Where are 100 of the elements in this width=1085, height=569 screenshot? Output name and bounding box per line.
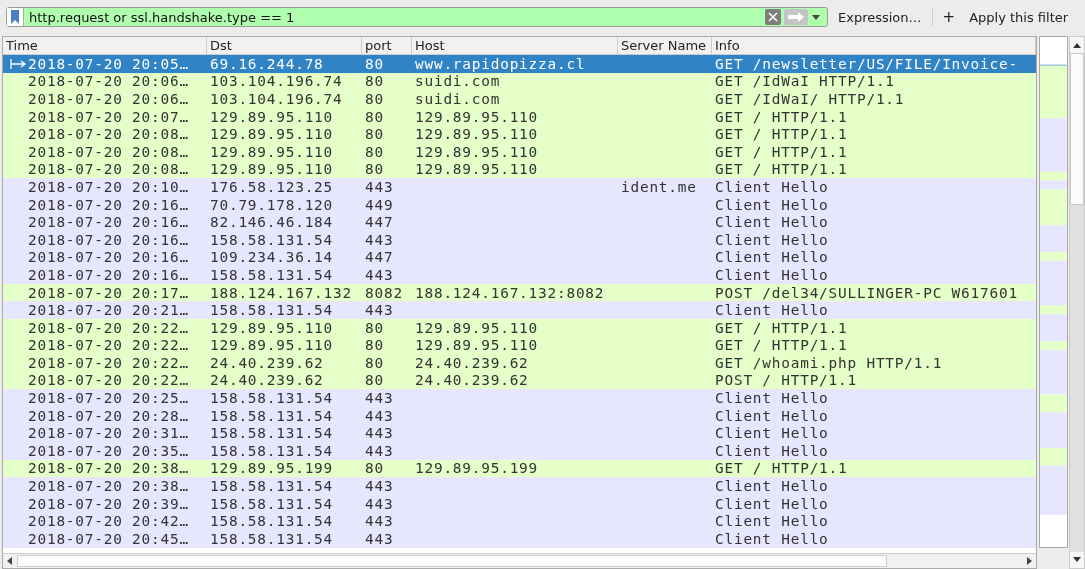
table-cell: 129.89.95.110: [210, 126, 334, 143]
table-cell: 129.89.95.110: [210, 108, 334, 125]
table-cell: 447: [365, 214, 394, 231]
table-cell: 158.58.131.54: [210, 495, 334, 512]
table-cell: 158.58.131.54: [210, 302, 334, 319]
vertical-scrollbar[interactable]: [1068, 36, 1085, 569]
table-cell: 103.104.196.74: [210, 91, 343, 107]
table-cell: GET / HTTP/1.1: [715, 126, 848, 143]
table-cell: 2018-07-20 20:42…: [28, 513, 189, 530]
table-cell: 443: [365, 407, 394, 424]
table-cell: 443: [365, 390, 394, 407]
packet-row[interactable]: 2018-07-20 20:10… 176.58.123.25 443 ident.me Client Hello: [3, 178, 1036, 196]
table-cell: 443: [365, 513, 394, 530]
table-cell: 2018-07-20 20:16…: [28, 196, 189, 213]
table-cell: GET /IdWaI/ HTTP/1.1: [715, 91, 905, 107]
table-cell: 2018-07-20 20:16…: [28, 266, 189, 283]
table-cell: 443: [365, 442, 394, 459]
table-cell: 8082: [365, 284, 403, 301]
table-cell: 158.58.131.54: [210, 442, 334, 459]
table-cell: 449: [365, 196, 394, 213]
table-cell: 2018-07-20 20:38…: [28, 460, 189, 477]
table-cell: GET /IdWaI HTTP/1.1: [715, 73, 895, 90]
table-cell: Client Hello: [715, 442, 829, 459]
table-cell: suidi.com: [415, 73, 501, 90]
packet-row[interactable]: 2018-07-20 20:25… 158.58.131.54 443 Client Hello: [3, 389, 1036, 407]
table-cell: 129.89.95.110: [415, 319, 539, 336]
column-header[interactable]: Host: [412, 37, 618, 54]
scroll-up-icon[interactable]: [1071, 41, 1082, 49]
table-cell: Client Hello: [715, 513, 829, 530]
table-cell: GET / HTTP/1.1: [715, 337, 848, 354]
table-cell: GET / HTTP/1.1: [715, 460, 848, 477]
packet-row[interactable]: 2018-07-20 20:45… 158.58.131.54 443 Client Hello: [3, 530, 1036, 548]
table-cell: 80: [365, 143, 384, 160]
packet-row[interactable]: 2018-07-20 20:35… 158.58.131.54 443 Client Hello: [3, 442, 1036, 460]
table-cell: 158.58.131.54: [210, 407, 334, 424]
horizontal-scrollbar[interactable]: [3, 553, 1036, 568]
table-cell: 158.58.131.54: [210, 478, 334, 495]
packet-row[interactable]: 2018-07-20 20:38… 158.58.131.54 443 Client Hello: [3, 477, 1036, 495]
column-header[interactable]: Server Name: [618, 37, 712, 54]
table-cell: GET /newsletter/US/FILE/Invoice-: [715, 55, 1018, 72]
table-cell: 443: [365, 425, 394, 442]
table-cell: 70.79.178.120: [210, 196, 334, 213]
table-cell: Client Hello: [715, 478, 829, 495]
packet-row[interactable]: 2018-07-20 20:16… 158.58.131.54 443 Client Hello: [3, 266, 1036, 284]
table-cell: 80: [365, 55, 384, 72]
table-cell: ident.me: [621, 178, 697, 195]
dropdown-caret-icon[interactable]: [811, 13, 821, 21]
table-cell: 129.89.95.110: [415, 143, 539, 160]
table-cell: 129.89.95.110: [210, 143, 334, 160]
table-cell: 24.40.239.62: [415, 354, 529, 371]
table-cell: 443: [365, 530, 394, 547]
table-cell: 2018-07-20 20:38…: [28, 478, 189, 495]
table-cell: Client Hello: [715, 407, 829, 424]
table-cell: 2018-07-20 20:06…: [28, 73, 189, 90]
table-cell: 2018-07-20 20:35…: [28, 442, 189, 459]
table-cell: GET / HTTP/1.1: [715, 143, 848, 160]
packet-row[interactable]: 2018-07-20 20:05… 69.16.244.78 80 www.rapidopizza.cl GET /newsletter/US/FILE/Invoice-: [3, 55, 1036, 73]
table-cell: 2018-07-20 20:31…: [28, 425, 189, 442]
column-header[interactable]: Info: [712, 37, 1036, 54]
arrow-right-icon: [10, 58, 28, 69]
filter-bar[interactable]: http.request or ssl.handshake.type == 1: [6, 7, 828, 27]
column-header[interactable]: Dst: [207, 37, 362, 54]
table-cell: 158.58.131.54: [210, 425, 334, 442]
table-cell: 80: [365, 161, 384, 178]
table-cell: 82.146.46.184: [210, 214, 334, 231]
packet-row[interactable]: 2018-07-20 20:31… 158.58.131.54 443 Client Hello: [3, 424, 1036, 443]
expression-button[interactable]: Expression…: [834, 9, 926, 25]
table-cell: Client Hello: [715, 231, 829, 248]
table-cell: 80: [365, 319, 384, 336]
column-header[interactable]: Time: [3, 37, 207, 54]
packet-row[interactable]: 2018-07-20 20:16… 82.146.46.184 447 Client Hello: [3, 213, 1036, 231]
packet-row[interactable]: 2018-07-20 20:42… 158.58.131.54 443 Client Hello: [3, 512, 1036, 531]
column-header[interactable]: port: [362, 37, 412, 54]
table-cell: 2018-07-20 20:08…: [28, 161, 189, 178]
packet-row[interactable]: 2018-07-20 20:06… 103.104.196.74 80 suidi.com GET /IdWaI/ HTTP/1.1: [3, 90, 1036, 108]
scroll-down-icon[interactable]: [1071, 556, 1082, 564]
table-cell: 129.89.95.110: [415, 126, 539, 143]
table-cell: 2018-07-20 20:07…: [28, 108, 189, 125]
table-cell: 109.234.36.14: [210, 249, 334, 266]
table-cell: 2018-07-20 20:25…: [28, 390, 189, 407]
table-cell: 447: [365, 249, 394, 266]
filter-field[interactable]: http.request or ssl.handshake.type == 1: [27, 9, 762, 25]
table-cell: 80: [365, 126, 384, 143]
table-cell: 2018-07-20 20:22…: [28, 337, 189, 354]
table-cell: Client Hello: [715, 196, 829, 213]
packet-row[interactable]: 2018-07-20 20:22… 24.40.239.62 80 24.40.239.62 GET /whoami.php HTTP/1.1: [3, 354, 1036, 372]
table-cell: Client Hello: [715, 495, 829, 512]
packet-row[interactable]: 2018-07-20 20:21… 158.58.131.54 443 Client Hello: [3, 301, 1036, 319]
table-cell: 158.58.131.54: [210, 390, 334, 407]
table-cell: Client Hello: [715, 302, 829, 319]
table-cell: 2018-07-20 20:22…: [28, 319, 189, 336]
table-cell: Client Hello: [715, 266, 829, 283]
packet-row[interactable]: 2018-07-20 20:08… 129.89.95.110 80 129.89.95.110 GET / HTTP/1.1: [3, 125, 1036, 143]
add-button[interactable]: +: [938, 8, 960, 26]
apply-filter-button[interactable]: Apply this filter: [965, 9, 1073, 25]
clear-icon[interactable]: [765, 9, 781, 25]
table-cell: 176.58.123.25: [210, 178, 334, 195]
bookmark-icon[interactable]: [7, 8, 24, 26]
table-cell: GET / HTTP/1.1: [715, 108, 848, 125]
table-cell: 188.124.167.132:8082: [415, 284, 605, 301]
